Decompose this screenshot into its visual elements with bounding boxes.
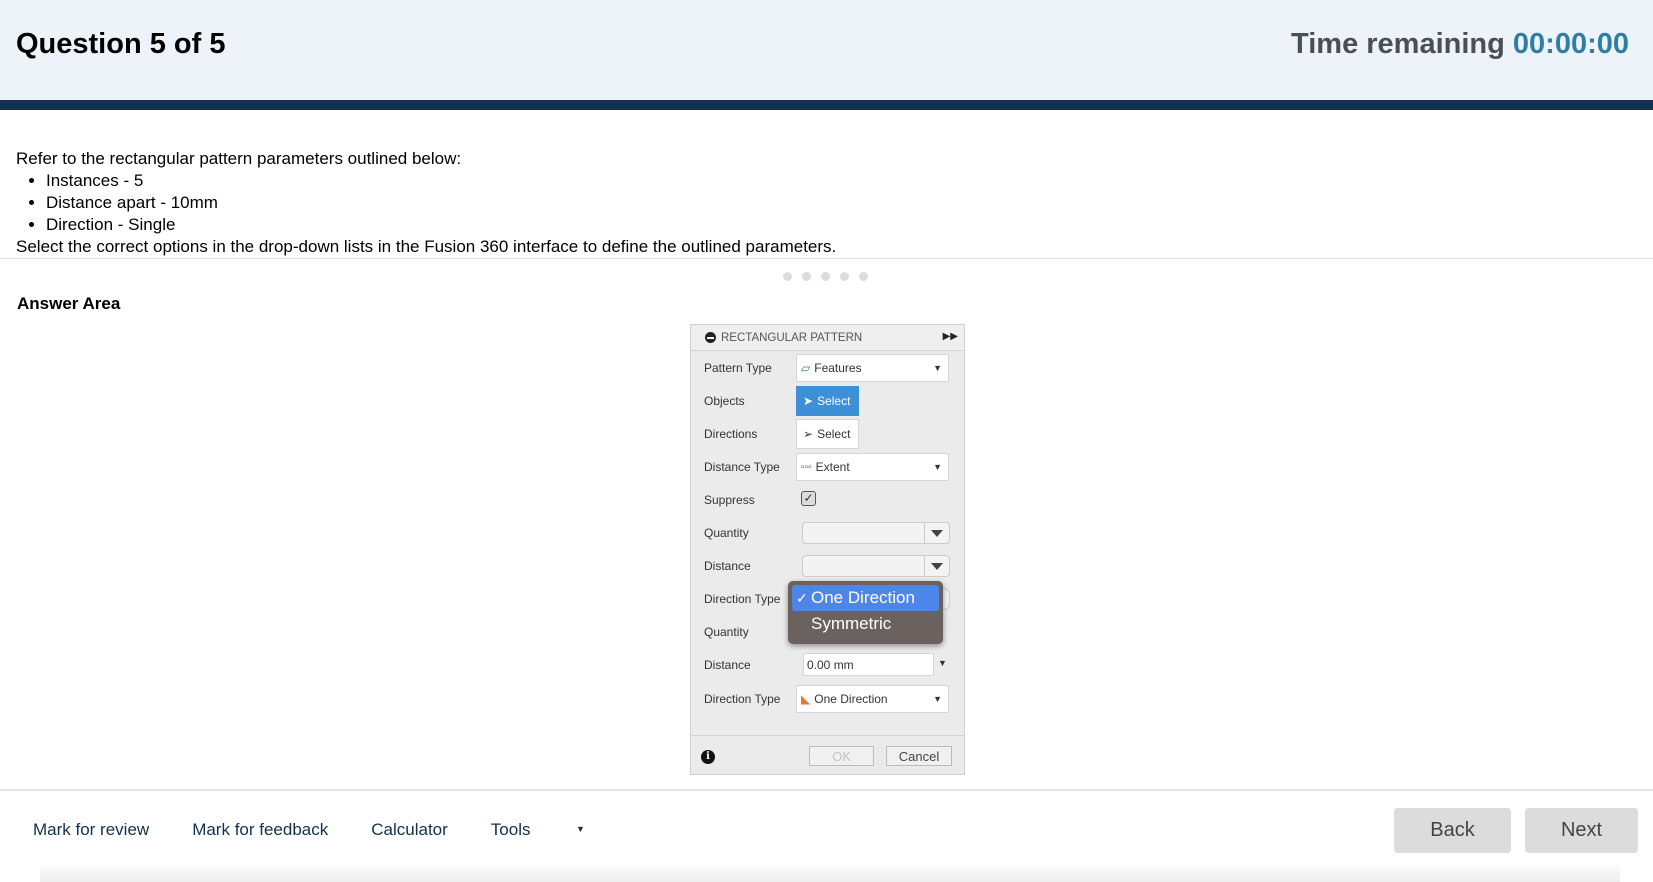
answer-area-label: Answer Area <box>17 294 121 313</box>
pattern-type-label: Pattern Type <box>704 361 772 375</box>
prompt-intro: Refer to the rectangular pattern paramet… <box>16 149 462 168</box>
features-icon: ▱ <box>801 361 811 375</box>
pattern-type-dropdown[interactable]: ▱ Features ▼ <box>796 354 949 382</box>
ok-button[interactable]: OK <box>809 746 874 766</box>
footer-links: Mark for review Mark for feedback Calcul… <box>33 820 671 840</box>
mark-for-review-link[interactable]: Mark for review <box>33 820 149 840</box>
direction-type2-dropdown[interactable]: ◣ One Direction ▼ <box>796 685 949 713</box>
distance-type-label: Distance Type <box>704 460 780 474</box>
extent-icon: ▫▫▫ <box>801 461 812 473</box>
timer-value: 00:00:00 <box>1512 28 1629 60</box>
direction-type-popup: ✓ One Direction Symmetric <box>788 581 943 644</box>
question-prompt: Refer to the rectangular pattern paramet… <box>16 148 836 258</box>
suppress-label: Suppress <box>704 493 755 507</box>
mark-for-feedback-link[interactable]: Mark for feedback <box>192 820 328 840</box>
directions-select-button[interactable]: ➢ Select <box>796 419 859 449</box>
direction-type2-label: Direction Type <box>704 692 781 706</box>
distance2-input[interactable]: 0.00 mm <box>803 653 934 676</box>
dialog-footer-divider <box>691 735 964 736</box>
distance-type-value: Extent <box>815 460 850 474</box>
cursor-icon: ➤ <box>803 394 814 408</box>
timer-label: Time remaining <box>1291 28 1505 60</box>
rectangular-pattern-dialog: RECTANGULAR PATTERN ▶▶ Pattern Type ▱ Fea… <box>690 324 965 775</box>
dialog-title: RECTANGULAR PATTERN <box>721 331 863 344</box>
footer-divider <box>0 789 1653 791</box>
timer: Time remaining 00:00:00 <box>1291 28 1629 61</box>
expand-icon[interactable]: ▶▶ <box>943 331 958 342</box>
quantity2-label: Quantity <box>704 625 749 639</box>
header-bar <box>0 100 1653 110</box>
prompt-instruction: Select the correct options in the drop-d… <box>16 237 837 256</box>
distance2-label: Distance <box>704 658 751 672</box>
calculator-link[interactable]: Calculator <box>371 820 448 840</box>
quantity-dropdown[interactable] <box>802 522 950 544</box>
distance-label: Distance <box>704 559 751 573</box>
pattern-type-value: Features <box>814 361 862 375</box>
info-icon[interactable]: i <box>701 750 715 764</box>
divider <box>0 258 1653 259</box>
suppress-checkbox[interactable]: ✓ <box>801 491 816 506</box>
checkmark-icon: ✓ <box>796 589 808 606</box>
tools-menu[interactable]: Tools ▼ <box>491 820 628 840</box>
chevron-down-icon <box>931 563 943 570</box>
directions-label: Directions <box>704 427 758 441</box>
distance2-value: 0.00 mm <box>807 657 854 672</box>
option-one-direction[interactable]: ✓ One Direction <box>792 585 939 611</box>
dialog-header: RECTANGULAR PATTERN ▶▶ <box>691 325 964 351</box>
bullet-instances: Instances - 5 <box>46 170 836 192</box>
direction-type2-value: One Direction <box>814 692 888 706</box>
cursor-icon: ➢ <box>803 427 814 441</box>
direction-type-label: Direction Type <box>704 592 781 606</box>
next-button[interactable]: Next <box>1525 808 1638 853</box>
question-title: Question 5 of 5 <box>16 28 226 60</box>
objects-select-label: Select <box>817 394 851 408</box>
option-label: Symmetric <box>811 614 892 633</box>
bullet-direction: Direction - Single <box>46 214 836 236</box>
tools-label: Tools <box>490 820 531 839</box>
chevron-down-icon: ▼ <box>933 462 942 472</box>
chevron-down-icon <box>931 530 943 537</box>
distance-type-dropdown[interactable]: ▫▫▫ Extent ▼ <box>796 453 949 481</box>
objects-label: Objects <box>704 394 745 408</box>
header: Question 5 of 5 Time remaining 00:00:00 <box>0 0 1653 100</box>
quantity-label: Quantity <box>704 526 749 540</box>
bullet-distance: Distance apart - 10mm <box>46 192 836 214</box>
footer-shadow <box>40 862 1620 882</box>
option-symmetric[interactable]: Symmetric <box>792 611 939 637</box>
chevron-down-icon: ▼ <box>933 363 942 373</box>
caret-down-icon: ▼ <box>573 824 585 834</box>
distance-dropdown[interactable] <box>802 555 950 577</box>
resize-handle[interactable] <box>783 272 868 281</box>
cancel-button[interactable]: Cancel <box>886 746 952 766</box>
one-direction-icon: ◣ <box>801 692 811 706</box>
chevron-down-icon: ▼ <box>933 694 942 704</box>
collapse-icon[interactable] <box>705 332 716 343</box>
option-label: One Direction <box>811 588 915 607</box>
back-button[interactable]: Back <box>1394 808 1511 853</box>
objects-select-button[interactable]: ➤ Select <box>796 386 859 416</box>
chevron-down-icon[interactable]: ▼ <box>938 658 947 668</box>
directions-select-label: Select <box>817 427 851 441</box>
